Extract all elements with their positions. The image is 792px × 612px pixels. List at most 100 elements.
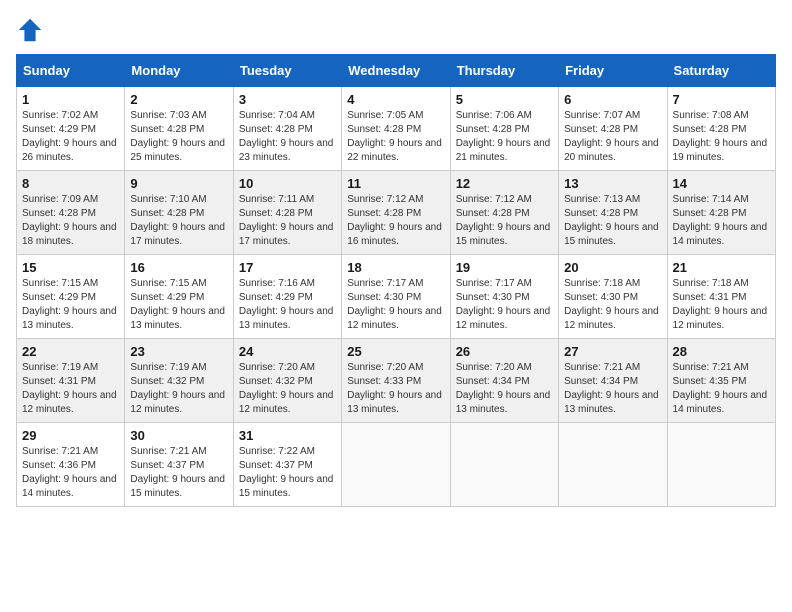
calendar-cell: 31 Sunrise: 7:22 AMSunset: 4:37 PMDayligh… [233, 423, 341, 507]
header-row: SundayMondayTuesdayWednesdayThursdayFrid… [17, 55, 776, 87]
calendar-cell: 20Sunrise: 7:18 AMSunset: 4:30 PMDayligh… [559, 255, 667, 339]
day-info: Sunrise: 7:21 AMSunset: 4:36 PMDaylight:… [22, 445, 119, 501]
day-info: Sunrise: 7:19 AMSunset: 4:32 PMDaylight:… [130, 361, 227, 417]
calendar-cell: 30Sunrise: 7:21 AMSunset: 4:37 PMDayligh… [125, 423, 233, 507]
day-number: 9 [130, 176, 227, 191]
calendar-cell: 1 Sunrise: 7:02 AMSunset: 4:29 PMDaylight… [17, 87, 125, 171]
day-number: 8 [22, 176, 119, 191]
col-header-sunday: Sunday [17, 55, 125, 87]
week-row-5: 29 Sunrise: 7:21 AMSunset: 4:36 PMDayligh… [17, 423, 776, 507]
calendar-cell: 13 Sunrise: 7:13 AMSunset: 4:28 PMDayligh… [559, 171, 667, 255]
col-header-friday: Friday [559, 55, 667, 87]
col-header-monday: Monday [125, 55, 233, 87]
calendar-cell: 5 Sunrise: 7:06 AMSunset: 4:28 PMDaylight… [450, 87, 558, 171]
day-number: 29 [22, 428, 119, 443]
day-info: Sunrise: 7:15 AMSunset: 4:29 PMDaylight:… [22, 277, 119, 333]
calendar-cell: 29 Sunrise: 7:21 AMSunset: 4:36 PMDayligh… [17, 423, 125, 507]
day-info: Sunrise: 7:13 AMSunset: 4:28 PMDaylight:… [564, 193, 661, 249]
day-info: Sunrise: 7:22 AMSunset: 4:37 PMDaylight:… [239, 445, 336, 501]
calendar-cell: 3 Sunrise: 7:04 AMSunset: 4:28 PMDaylight… [233, 87, 341, 171]
calendar-cell: 24 Sunrise: 7:20 AMSunset: 4:32 PMDayligh… [233, 339, 341, 423]
calendar-cell: 21Sunrise: 7:18 AMSunset: 4:31 PMDayligh… [667, 255, 775, 339]
col-header-tuesday: Tuesday [233, 55, 341, 87]
calendar: SundayMondayTuesdayWednesdayThursdayFrid… [16, 54, 776, 507]
calendar-cell: 12 Sunrise: 7:12 AMSunset: 4:28 PMDayligh… [450, 171, 558, 255]
calendar-cell [450, 423, 558, 507]
calendar-cell: 14 Sunrise: 7:14 AMSunset: 4:28 PMDayligh… [667, 171, 775, 255]
day-info: Sunrise: 7:15 AMSunset: 4:29 PMDaylight:… [130, 277, 227, 333]
day-number: 25 [347, 344, 444, 359]
calendar-cell: 15 Sunrise: 7:15 AMSunset: 4:29 PMDayligh… [17, 255, 125, 339]
week-row-3: 15 Sunrise: 7:15 AMSunset: 4:29 PMDayligh… [17, 255, 776, 339]
header [16, 16, 776, 44]
col-header-thursday: Thursday [450, 55, 558, 87]
day-info: Sunrise: 7:04 AMSunset: 4:28 PMDaylight:… [239, 109, 336, 165]
day-number: 13 [564, 176, 661, 191]
calendar-cell: 26 Sunrise: 7:20 AMSunset: 4:34 PMDayligh… [450, 339, 558, 423]
calendar-cell: 10 Sunrise: 7:11 AMSunset: 4:28 PMDayligh… [233, 171, 341, 255]
day-info: Sunrise: 7:12 AMSunset: 4:28 PMDaylight:… [456, 193, 553, 249]
day-info: Sunrise: 7:08 AMSunset: 4:28 PMDaylight:… [673, 109, 770, 165]
calendar-cell: 19 Sunrise: 7:17 AMSunset: 4:30 PMDayligh… [450, 255, 558, 339]
calendar-cell [342, 423, 450, 507]
day-info: Sunrise: 7:09 AMSunset: 4:28 PMDaylight:… [22, 193, 119, 249]
calendar-cell: 2Sunrise: 7:03 AMSunset: 4:28 PMDaylight… [125, 87, 233, 171]
day-number: 10 [239, 176, 336, 191]
day-info: Sunrise: 7:20 AMSunset: 4:32 PMDaylight:… [239, 361, 336, 417]
day-info: Sunrise: 7:02 AMSunset: 4:29 PMDaylight:… [22, 109, 119, 165]
day-number: 6 [564, 92, 661, 107]
calendar-cell: 27Sunrise: 7:21 AMSunset: 4:34 PMDayligh… [559, 339, 667, 423]
calendar-cell: 22Sunrise: 7:19 AMSunset: 4:31 PMDayligh… [17, 339, 125, 423]
week-row-2: 8 Sunrise: 7:09 AMSunset: 4:28 PMDaylight… [17, 171, 776, 255]
day-number: 23 [130, 344, 227, 359]
day-number: 3 [239, 92, 336, 107]
calendar-cell: 7 Sunrise: 7:08 AMSunset: 4:28 PMDaylight… [667, 87, 775, 171]
day-info: Sunrise: 7:16 AMSunset: 4:29 PMDaylight:… [239, 277, 336, 333]
day-number: 19 [456, 260, 553, 275]
day-number: 20 [564, 260, 661, 275]
day-info: Sunrise: 7:17 AMSunset: 4:30 PMDaylight:… [456, 277, 553, 333]
week-row-4: 22Sunrise: 7:19 AMSunset: 4:31 PMDayligh… [17, 339, 776, 423]
day-info: Sunrise: 7:21 AMSunset: 4:37 PMDaylight:… [130, 445, 227, 501]
day-info: Sunrise: 7:12 AMSunset: 4:28 PMDaylight:… [347, 193, 444, 249]
calendar-cell: 28Sunrise: 7:21 AMSunset: 4:35 PMDayligh… [667, 339, 775, 423]
calendar-cell: 8 Sunrise: 7:09 AMSunset: 4:28 PMDaylight… [17, 171, 125, 255]
day-number: 31 [239, 428, 336, 443]
calendar-cell: 18Sunrise: 7:17 AMSunset: 4:30 PMDayligh… [342, 255, 450, 339]
day-number: 11 [347, 176, 444, 191]
day-info: Sunrise: 7:20 AMSunset: 4:33 PMDaylight:… [347, 361, 444, 417]
day-info: Sunrise: 7:10 AMSunset: 4:28 PMDaylight:… [130, 193, 227, 249]
day-number: 2 [130, 92, 227, 107]
calendar-cell: 16Sunrise: 7:15 AMSunset: 4:29 PMDayligh… [125, 255, 233, 339]
day-number: 5 [456, 92, 553, 107]
day-info: Sunrise: 7:14 AMSunset: 4:28 PMDaylight:… [673, 193, 770, 249]
day-info: Sunrise: 7:21 AMSunset: 4:35 PMDaylight:… [673, 361, 770, 417]
day-number: 7 [673, 92, 770, 107]
logo [16, 16, 48, 44]
day-number: 26 [456, 344, 553, 359]
day-number: 17 [239, 260, 336, 275]
day-number: 24 [239, 344, 336, 359]
calendar-cell: 25 Sunrise: 7:20 AMSunset: 4:33 PMDayligh… [342, 339, 450, 423]
day-number: 15 [22, 260, 119, 275]
calendar-cell: 6Sunrise: 7:07 AMSunset: 4:28 PMDaylight… [559, 87, 667, 171]
day-number: 14 [673, 176, 770, 191]
calendar-cell: 23 Sunrise: 7:19 AMSunset: 4:32 PMDayligh… [125, 339, 233, 423]
calendar-cell: 11 Sunrise: 7:12 AMSunset: 4:28 PMDayligh… [342, 171, 450, 255]
day-number: 21 [673, 260, 770, 275]
week-row-1: 1 Sunrise: 7:02 AMSunset: 4:29 PMDaylight… [17, 87, 776, 171]
col-header-wednesday: Wednesday [342, 55, 450, 87]
day-info: Sunrise: 7:19 AMSunset: 4:31 PMDaylight:… [22, 361, 119, 417]
day-number: 4 [347, 92, 444, 107]
day-number: 1 [22, 92, 119, 107]
day-number: 12 [456, 176, 553, 191]
day-info: Sunrise: 7:05 AMSunset: 4:28 PMDaylight:… [347, 109, 444, 165]
calendar-cell: 17 Sunrise: 7:16 AMSunset: 4:29 PMDayligh… [233, 255, 341, 339]
calendar-cell [559, 423, 667, 507]
day-info: Sunrise: 7:11 AMSunset: 4:28 PMDaylight:… [239, 193, 336, 249]
day-info: Sunrise: 7:20 AMSunset: 4:34 PMDaylight:… [456, 361, 553, 417]
day-number: 18 [347, 260, 444, 275]
logo-icon [16, 16, 44, 44]
day-info: Sunrise: 7:06 AMSunset: 4:28 PMDaylight:… [456, 109, 553, 165]
day-info: Sunrise: 7:21 AMSunset: 4:34 PMDaylight:… [564, 361, 661, 417]
